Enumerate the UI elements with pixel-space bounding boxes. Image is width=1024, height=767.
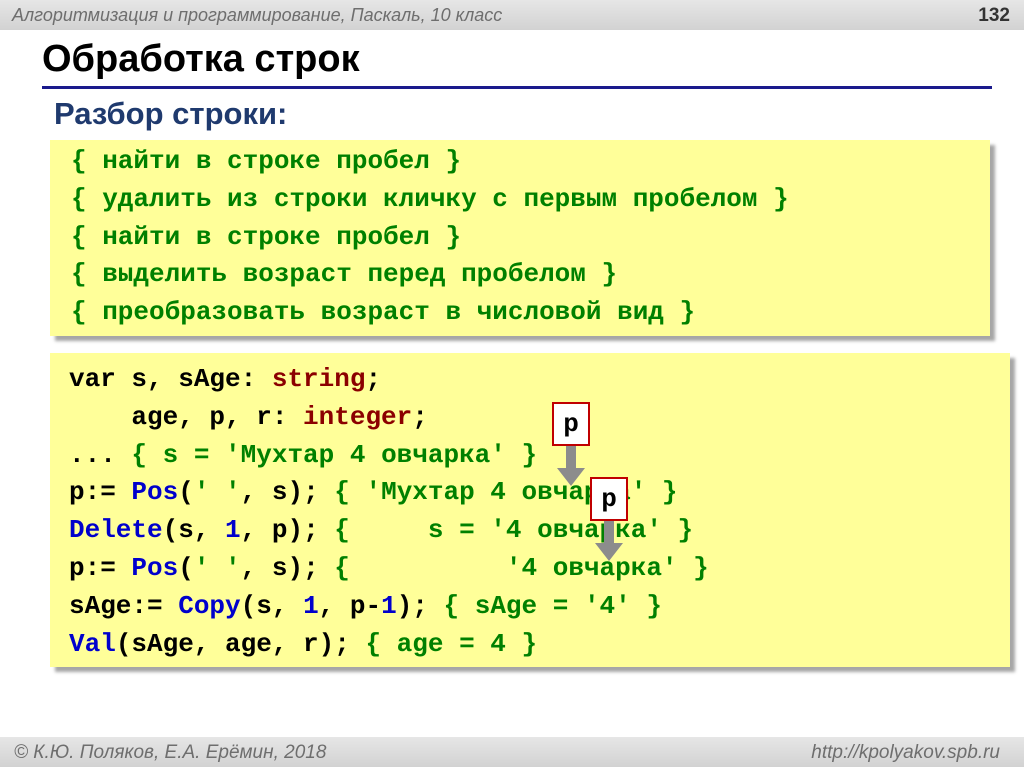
code-line-8: Val(sAge, age, r); { age = 4 }	[69, 628, 538, 659]
plan-box: { найти в строке пробел } { удалить из с…	[50, 140, 990, 336]
pointer-marker-first: p	[552, 402, 590, 446]
slide-title: Обработка строк	[42, 38, 360, 80]
plan-comment: { выделить возраст перед пробелом }	[71, 259, 618, 290]
footer-bar: © К.Ю. Поляков, Е.А. Ерёмин, 2018 http:/…	[0, 737, 1024, 767]
copyright-text: © К.Ю. Поляков, Е.А. Ерёмин, 2018	[14, 742, 327, 763]
plan-comment: { найти в строке пробел }	[71, 146, 462, 176]
footer-link[interactable]: http://kpolyakov.spb.ru	[811, 742, 1000, 764]
plan-comments: { найти в строке пробел } { удалить из с…	[71, 143, 789, 332]
code-line-3: ... { s = 'Мухтар 4 овчарка' }	[69, 439, 538, 470]
header-bar: Алгоритмизация и программирование, Паска…	[0, 0, 1024, 30]
page-number: 132	[978, 5, 1010, 26]
code-line-4: p:= Pos(' ', s); { 'Мухтар 4 овчарка' }	[69, 477, 678, 508]
slide-subtitle: Разбор строки:	[54, 96, 288, 131]
code-box: var s, sAge: string; age, p, r: integer;…	[50, 353, 1010, 667]
code-line-2: age, p, r: integer;	[69, 401, 428, 432]
down-arrow-icon	[595, 521, 623, 561]
plan-comment: { преобразовать возраст в числовой вид }	[71, 297, 696, 328]
down-arrow-icon	[557, 446, 585, 486]
code-line-7: sAge:= Copy(s, 1, p-1); { sAge = '4' }	[69, 590, 662, 621]
plan-comment: { удалить из строки кличку с первым проб…	[71, 183, 789, 214]
course-title: Алгоритмизация и программирование, Паска…	[12, 5, 503, 25]
plan-comment: { найти в строке пробел }	[71, 221, 462, 252]
pointer-marker-second: p	[590, 477, 628, 521]
title-underline	[42, 86, 992, 89]
code-line-1: var s, sAge: string;	[69, 364, 382, 394]
